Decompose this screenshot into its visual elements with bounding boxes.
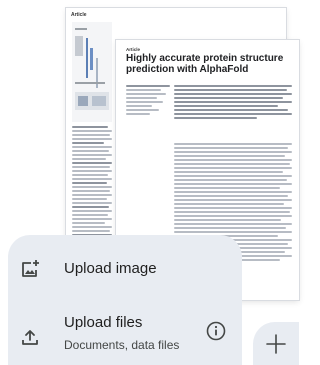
author-info-column <box>126 85 170 117</box>
upload-image-label: Upload image <box>64 260 157 277</box>
figure-thumbnail <box>72 22 112 122</box>
front-page-label: Article <box>126 47 141 52</box>
add-button[interactable] <box>253 322 299 365</box>
upload-files-label: Upload files <box>64 314 143 331</box>
add-photo-icon <box>22 260 39 277</box>
upload-files-option[interactable]: Upload files Documents, data files <box>8 305 242 359</box>
plus-icon <box>266 334 286 354</box>
author-list <box>174 85 292 121</box>
upload-image-option[interactable]: Upload image <box>8 250 242 288</box>
upload-files-sublabel: Documents, data files <box>64 338 180 352</box>
paper-title: Highly accurate protein structure predic… <box>126 53 284 75</box>
back-page-label: Article <box>71 12 87 18</box>
info-icon[interactable] <box>204 319 228 343</box>
upload-menu: Upload image Upload files Documents, dat… <box>8 235 242 365</box>
upload-icon <box>22 330 38 345</box>
